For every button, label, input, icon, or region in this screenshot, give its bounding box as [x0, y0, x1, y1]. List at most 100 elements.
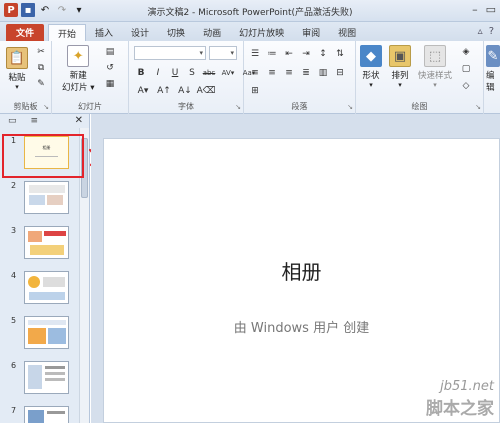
minimize-icon[interactable]: – — [472, 3, 478, 16]
group-label-font: 字体 — [178, 102, 194, 111]
shapes-button[interactable]: ◆ 形状 ▾ — [360, 45, 382, 89]
cut-icon[interactable]: ✂ — [35, 46, 47, 58]
slide-subtitle[interactable]: 由 Windows 用户 创建 — [104, 317, 499, 336]
slide-thumbnail-7[interactable]: 7 — [0, 404, 80, 423]
new-slide-icon: ✦ — [67, 45, 90, 67]
font-size-combo[interactable]: ▾ — [209, 46, 237, 60]
find-icon: ✎ — [486, 45, 500, 67]
shape-effects-icon[interactable]: ◇ — [460, 80, 472, 92]
group-font: ▾ ▾ B I U S abc AV▾ Aa▾ A▾ A↑ A↓ A⌫ 字体 ↘ — [129, 41, 255, 114]
arrange-button[interactable]: ▣ 排列 ▾ — [389, 45, 411, 89]
slide-number: 6 — [11, 361, 17, 370]
italic-icon[interactable]: I — [152, 67, 164, 79]
tab-insert[interactable]: 插入 — [86, 24, 122, 41]
group-label-slides: 幻灯片 — [78, 102, 102, 111]
shrink-font-icon[interactable]: A↓ — [177, 85, 193, 97]
align-center-icon[interactable]: ≡ — [266, 67, 278, 79]
collapse-ribbon-icon[interactable]: ▵ — [478, 26, 483, 37]
align-right-icon[interactable]: ≡ — [283, 67, 295, 79]
outline-tab-icon[interactable]: ≡ — [31, 116, 39, 126]
shape-outline-icon[interactable]: ▢ — [460, 63, 472, 75]
strikethrough-icon[interactable]: abc — [203, 67, 216, 79]
edit-button[interactable]: ✎ 编辑 — [486, 45, 500, 93]
paragraph-launcher-icon[interactable]: ↘ — [347, 103, 353, 111]
quick-styles-button[interactable]: ⬚ 快速样式 ▾ — [418, 45, 452, 89]
slide-preview — [24, 271, 69, 304]
layout-icon[interactable]: ▤ — [104, 46, 116, 58]
shadow-icon[interactable]: S — [186, 67, 198, 79]
tab-file[interactable]: 文件 — [6, 24, 44, 41]
new-slide-button[interactable]: ✦ 新建 幻灯片 ▾ — [62, 45, 94, 93]
drawing-launcher-icon[interactable]: ↘ — [475, 103, 481, 111]
align-text-icon[interactable]: ⊟ — [334, 67, 346, 79]
slide-number: 4 — [11, 271, 17, 280]
numbering-icon[interactable]: ≔ — [266, 48, 278, 60]
clipboard-launcher-icon[interactable]: ↘ — [43, 103, 49, 111]
close-icon[interactable]: ✕ — [75, 115, 83, 126]
slide-preview — [24, 181, 69, 214]
tab-animations[interactable]: 动画 — [194, 24, 230, 41]
slides-tab-icon[interactable]: ▭ — [8, 116, 17, 126]
ribbon-tabs: 文件 开始 插入 设计 切换 动画 幻灯片放映 审阅 视图 ▵ ? — [0, 22, 500, 41]
group-editing: ✎ 编辑 — [484, 41, 500, 114]
slide-preview — [24, 316, 69, 349]
shapes-icon: ◆ — [360, 45, 382, 67]
tab-design[interactable]: 设计 — [122, 24, 158, 41]
ribbon: 📋 粘贴 ▾ ✂ ⧉ ✎ 剪贴板 ↘ ✦ 新建 幻灯片 ▾ ▤ ↺ ▦ 幻灯片 … — [0, 41, 500, 114]
decrease-indent-icon[interactable]: ⇤ — [283, 48, 295, 60]
slide-preview — [24, 406, 69, 423]
slide-canvas: 相册 由 Windows 用户 创建 — [91, 114, 500, 423]
arrange-icon: ▣ — [389, 45, 411, 67]
selection-highlight-box — [2, 134, 84, 178]
tab-transitions[interactable]: 切换 — [158, 24, 194, 41]
font-launcher-icon[interactable]: ↘ — [235, 103, 241, 111]
slide-number: 3 — [11, 226, 17, 235]
group-label-drawing: 绘图 — [411, 102, 428, 111]
font-name-combo[interactable]: ▾ — [134, 46, 206, 60]
smartart-icon[interactable]: ⊞ — [249, 85, 261, 97]
shape-fill-icon[interactable]: ◈ — [460, 46, 472, 58]
slide-number: 2 — [11, 181, 17, 190]
align-left-icon[interactable]: ≡ — [249, 67, 261, 79]
group-slides: ✦ 新建 幻灯片 ▾ ▤ ↺ ▦ 幻灯片 — [52, 41, 129, 114]
underline-icon[interactable]: U — [169, 67, 181, 79]
justify-icon[interactable]: ≣ — [300, 67, 312, 79]
slide-thumbnail-2[interactable]: 2 — [0, 179, 80, 219]
paste-button[interactable]: 📋 粘贴 ▾ — [6, 47, 28, 91]
watermark-site-name: 脚本之家 — [426, 399, 494, 419]
text-direction-icon[interactable]: ⇅ — [334, 48, 346, 60]
bullets-icon[interactable]: ☰ — [249, 48, 261, 60]
format-painter-icon[interactable]: ✎ — [35, 78, 47, 90]
group-paragraph: ☰ ≔ ⇤ ⇥ ↕ ⇅ ≡ ≡ ≡ ≣ ▥ ⊟ ⊞ 段落 ↘ — [244, 41, 356, 114]
slide-thumbnail-4[interactable]: 4 — [0, 269, 80, 309]
maximize-icon[interactable]: ▭ — [486, 3, 496, 16]
tab-view[interactable]: 视图 — [329, 24, 365, 41]
bold-icon[interactable]: B — [135, 67, 147, 79]
slide-title[interactable]: 相册 — [104, 256, 499, 285]
watermark-url: jb51.net — [440, 379, 494, 394]
tab-home[interactable]: 开始 — [48, 24, 87, 41]
char-spacing-icon[interactable]: AV▾ — [220, 67, 236, 79]
columns-icon[interactable]: ▥ — [317, 67, 329, 79]
tab-review[interactable]: 审阅 — [293, 24, 329, 41]
tab-slideshow[interactable]: 幻灯片放映 — [230, 24, 293, 41]
slide-preview — [24, 361, 69, 394]
watermark: jb51.net 脚本之家 — [426, 379, 494, 419]
title-bar: P ▪ ↶ ↷ ▾ 演示文稿2 - Microsoft PowerPoint(产… — [0, 0, 500, 22]
slide-thumbnail-6[interactable]: 6 — [0, 359, 80, 399]
slide-thumbnail-5[interactable]: 5 — [0, 314, 80, 354]
section-icon[interactable]: ▦ — [104, 78, 116, 90]
slide-thumbnail-3[interactable]: 3 — [0, 224, 80, 264]
reset-icon[interactable]: ↺ — [104, 62, 116, 74]
grow-font-icon[interactable]: A↑ — [156, 85, 172, 97]
window-title: 演示文稿2 - Microsoft PowerPoint(产品激活失败) — [147, 8, 353, 18]
font-color-icon[interactable]: A▾ — [135, 85, 151, 97]
slide-number: 7 — [11, 406, 17, 415]
help-icon[interactable]: ? — [489, 26, 494, 37]
copy-icon[interactable]: ⧉ — [35, 62, 47, 74]
slide-number: 5 — [11, 316, 17, 325]
clear-format-icon[interactable]: A⌫ — [197, 85, 216, 97]
increase-indent-icon[interactable]: ⇥ — [300, 48, 312, 60]
quick-styles-icon: ⬚ — [424, 45, 446, 67]
line-spacing-icon[interactable]: ↕ — [317, 48, 329, 60]
